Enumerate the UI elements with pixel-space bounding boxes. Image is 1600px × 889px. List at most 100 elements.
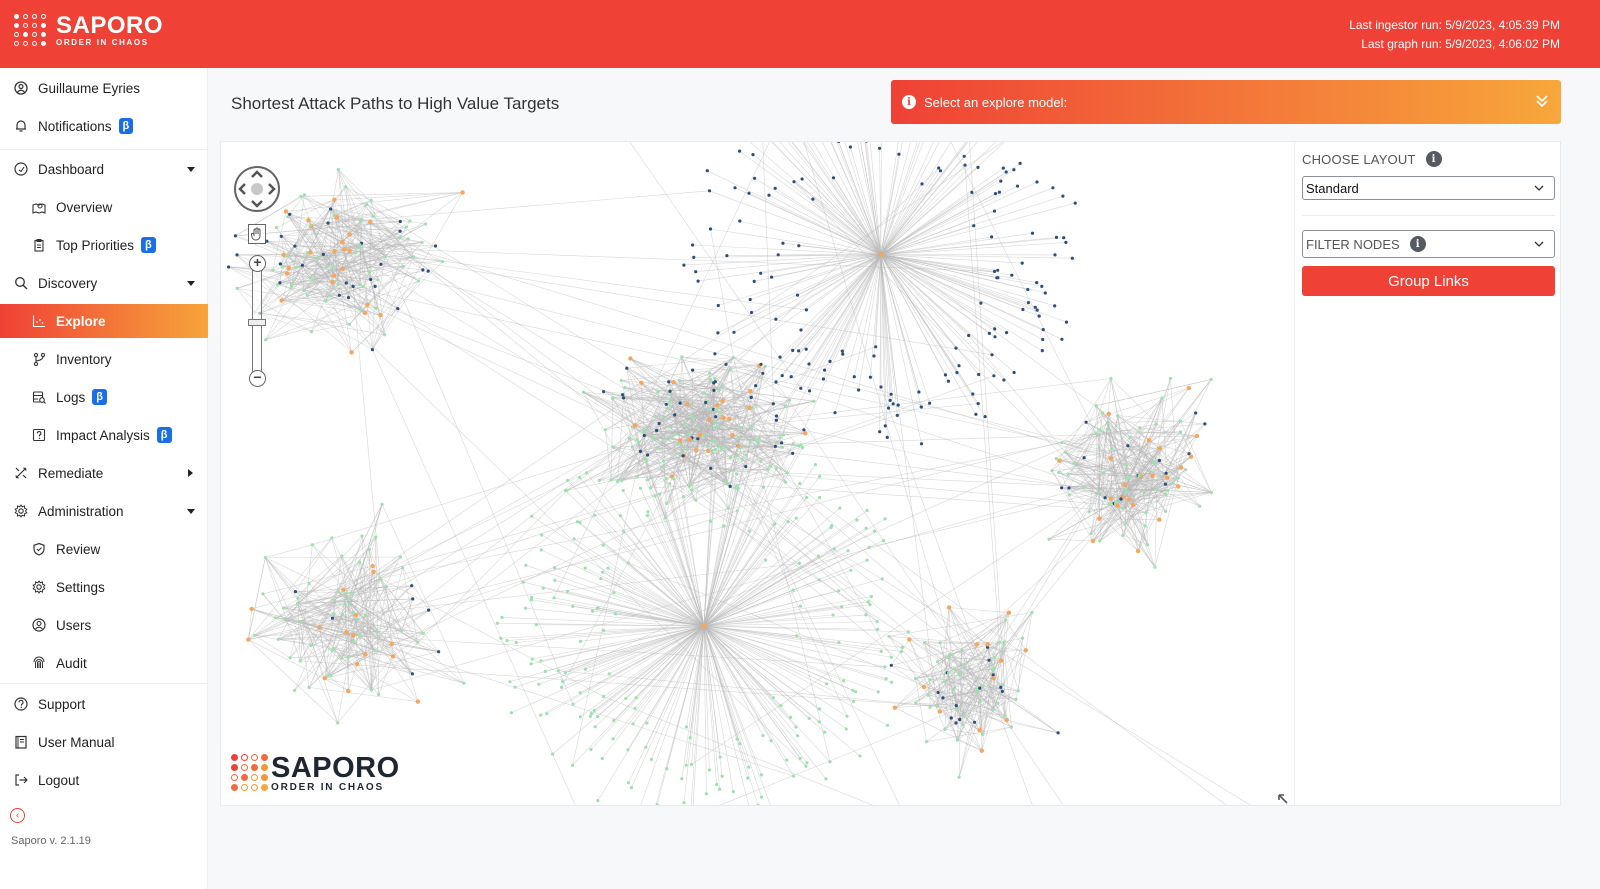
graph-node-asset[interactable] [307, 685, 311, 690]
graph-node-user[interactable] [841, 352, 845, 356]
group-links-button[interactable]: Group Links [1302, 266, 1555, 296]
graph-node-asset[interactable] [374, 535, 378, 539]
graph-node-asset[interactable] [1050, 469, 1054, 473]
graph-node-user[interactable] [602, 390, 606, 394]
graph-node-hub[interactable] [1188, 454, 1194, 459]
graph-node-hub[interactable] [1106, 411, 1111, 417]
graph-node-user[interactable] [949, 716, 953, 720]
graph-node-user[interactable] [1026, 287, 1030, 292]
graph-node-asset[interactable] [578, 520, 582, 525]
graph-node-asset[interactable] [530, 657, 534, 661]
graph-node-asset[interactable] [708, 519, 712, 523]
graph-node-hub[interactable] [1127, 497, 1132, 502]
graph-node-user[interactable] [962, 154, 966, 158]
graph-node-asset[interactable] [302, 193, 306, 197]
graph-node-user[interactable] [1203, 422, 1207, 426]
caret-right-icon[interactable] [188, 469, 193, 477]
graph-node-hub[interactable] [1186, 385, 1191, 391]
graph-node-hub[interactable] [1090, 538, 1096, 544]
graph-node-user[interactable] [673, 413, 677, 417]
graph-node-asset[interactable] [924, 740, 929, 744]
graph-node-hub[interactable] [1108, 496, 1114, 501]
graph-node-asset[interactable] [630, 445, 635, 449]
graph-node-asset[interactable] [706, 408, 711, 412]
sidebar-item-discovery[interactable]: Discovery [0, 266, 208, 300]
graph-node-asset[interactable] [680, 355, 684, 359]
graph-node-user[interactable] [704, 400, 708, 405]
graph-node-asset[interactable] [618, 514, 622, 518]
graph-node-asset[interactable] [722, 524, 726, 528]
graph-node-asset[interactable] [601, 543, 605, 547]
graph-node-asset[interactable] [624, 696, 628, 701]
graph-node-user[interactable] [874, 345, 878, 349]
graph-node-user[interactable] [976, 165, 980, 169]
graph-node-user[interactable] [799, 328, 803, 332]
graph-node-hub[interactable] [317, 625, 322, 630]
graph-node-asset[interactable] [286, 215, 290, 219]
graph-node-asset[interactable] [406, 237, 410, 241]
graph-node-user[interactable] [954, 721, 958, 725]
graph-node-asset[interactable] [889, 655, 893, 659]
graph-node-user[interactable] [791, 451, 795, 455]
graph-node-user[interactable] [999, 179, 1003, 183]
graph-node-hub[interactable] [344, 630, 349, 635]
graph-node-asset[interactable] [288, 656, 292, 660]
graph-node-asset[interactable] [590, 609, 595, 613]
graph-node-user[interactable] [373, 284, 377, 288]
graph-node-asset[interactable] [348, 601, 352, 605]
graph-node-asset[interactable] [1116, 414, 1120, 418]
graph-node-hub[interactable] [639, 380, 644, 385]
graph-node-hub[interactable] [1146, 438, 1152, 443]
graph-node-asset[interactable] [936, 660, 940, 664]
graph-node-hub[interactable] [349, 350, 354, 355]
sidebar-item-explore[interactable]: Explore [0, 304, 208, 338]
graph-node-asset[interactable] [981, 684, 985, 688]
graph-node-hub[interactable] [354, 661, 360, 667]
graph-node-asset[interactable] [1081, 485, 1085, 490]
graph-node-hub[interactable] [1097, 516, 1102, 521]
graph-node-user[interactable] [789, 375, 793, 379]
graph-node-hub[interactable] [907, 637, 912, 642]
graph-node-asset[interactable] [668, 482, 672, 486]
graph-node-asset[interactable] [281, 265, 285, 269]
graph-node-asset[interactable] [383, 254, 388, 259]
graph-node-asset[interactable] [1137, 474, 1141, 478]
graph-node-asset[interactable] [417, 279, 421, 283]
graph-node-asset[interactable] [602, 694, 606, 699]
graph-node-user[interactable] [1043, 291, 1047, 295]
graph-node-asset[interactable] [787, 398, 792, 402]
graph-node-user[interactable] [993, 327, 997, 331]
graph-node-asset[interactable] [298, 619, 302, 623]
graph-node-user[interactable] [993, 192, 998, 196]
graph-node-asset[interactable] [235, 286, 239, 290]
graph-node-asset[interactable] [717, 424, 721, 428]
graph-node-user[interactable] [774, 418, 779, 422]
graph-node-asset[interactable] [748, 440, 752, 445]
graph-node-asset[interactable] [735, 484, 739, 488]
graph-node-asset[interactable] [358, 633, 362, 638]
graph-node-user[interactable] [943, 373, 948, 377]
graph-node-asset[interactable] [976, 691, 980, 695]
graph-node-user[interactable] [351, 284, 355, 288]
graph-node-asset[interactable] [592, 708, 596, 713]
graph-node-asset[interactable] [626, 781, 630, 785]
graph-node-asset[interactable] [864, 613, 868, 617]
graph-node-asset[interactable] [798, 604, 803, 608]
hand-tool-button[interactable] [248, 224, 266, 244]
graph-node-hub[interactable] [342, 247, 347, 252]
graph-node-user[interactable] [1001, 166, 1005, 170]
graph-node-hub[interactable] [1194, 433, 1200, 439]
graph-node-hub[interactable] [715, 403, 720, 408]
graph-node-asset[interactable] [718, 410, 722, 414]
graph-node-hub[interactable] [694, 448, 699, 453]
graph-node-user[interactable] [958, 717, 962, 722]
graph-node-asset[interactable] [634, 696, 638, 700]
graph-node-asset[interactable] [799, 443, 803, 447]
graph-node-asset[interactable] [1097, 445, 1101, 449]
graph-node-asset[interactable] [887, 634, 891, 638]
graph-node-asset[interactable] [661, 459, 665, 463]
graph-node-user[interactable] [707, 189, 712, 193]
graph-node-user[interactable] [987, 331, 992, 335]
attack-path-graph[interactable]: + − SAPORO ORDER IN CHAOS [221, 142, 1294, 805]
graph-node-asset[interactable] [668, 400, 672, 404]
